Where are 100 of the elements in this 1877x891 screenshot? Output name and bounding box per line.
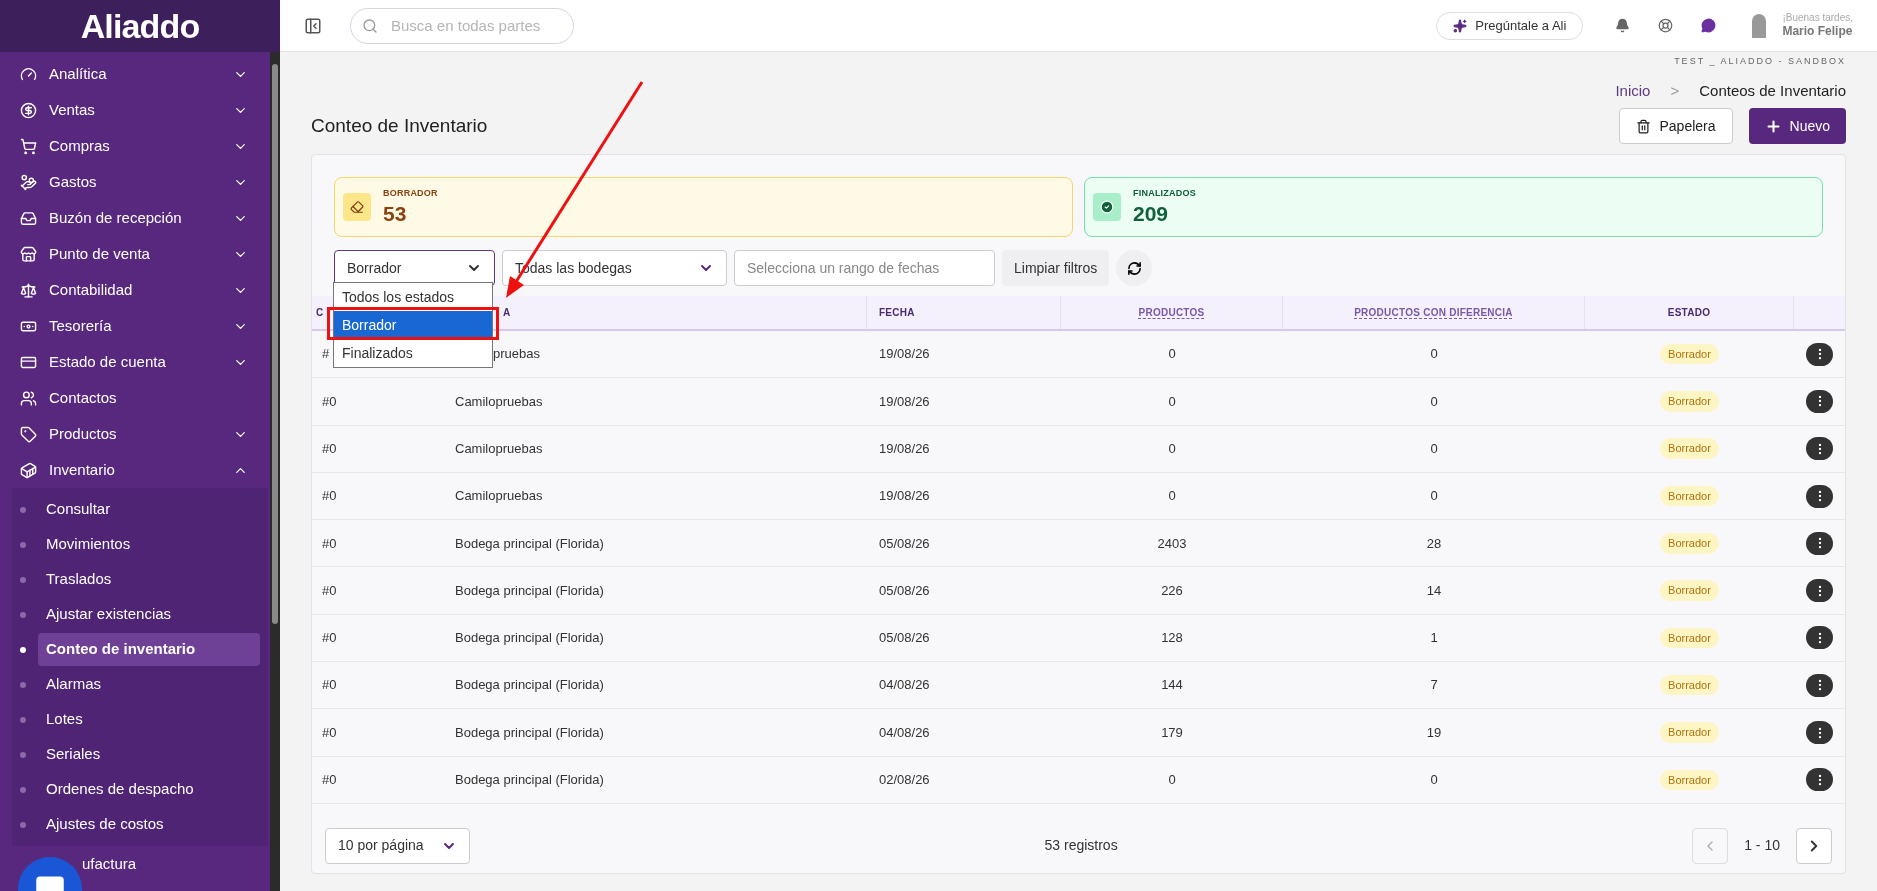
trash-button[interactable]: Papelera (1619, 108, 1733, 144)
next-page-button[interactable] (1796, 827, 1832, 864)
more-button[interactable] (1806, 484, 1833, 508)
table-cell-text: 0 (1430, 345, 1438, 364)
submenu-item[interactable]: Conteo de inventario (38, 633, 260, 666)
bullet-icon (20, 716, 26, 723)
search-icon (362, 17, 378, 34)
sidebar-item[interactable]: Compras (49, 134, 233, 158)
submenu-item[interactable]: Movimientos (38, 528, 260, 561)
more-button[interactable] (1806, 768, 1833, 792)
table-cell-text: # (322, 345, 330, 364)
table-cell-text: 0 (1430, 487, 1438, 506)
refresh-button[interactable] (1116, 250, 1153, 286)
table-cell-text: 0 (1430, 440, 1438, 458)
table-cell-text: #0 (322, 487, 337, 506)
tag-icon (20, 425, 37, 443)
table-cell-text: Bodega principal (Florida) (455, 676, 604, 695)
help-icon[interactable] (1658, 18, 1674, 33)
dropdown-option[interactable]: Finalizados (334, 339, 492, 367)
table-cell-text: 0 (1430, 771, 1438, 790)
status-badge: Borrador (1660, 769, 1719, 791)
collapse-icon[interactable] (304, 16, 322, 35)
breadcrumb-link[interactable]: Inicio (1615, 79, 1651, 102)
sidebar-item[interactable]: Tesorería (49, 314, 233, 338)
table-cell-text: 14 (1426, 581, 1442, 600)
more-button[interactable] (1806, 437, 1833, 461)
per-page-select[interactable]: 10 por página (325, 827, 470, 864)
table-cell-text: 05/08/26 (878, 629, 930, 648)
avatar-icon[interactable] (1752, 13, 1767, 38)
breadcrumb-separator: > (1670, 80, 1680, 101)
submenu-item[interactable]: Traslados (38, 563, 260, 596)
refresh-icon (1126, 260, 1142, 276)
records-count: 53 registros (1044, 836, 1118, 856)
sidebar-item[interactable]: Punto de venta (49, 242, 233, 266)
more-button[interactable] (1806, 531, 1833, 555)
date-range-field[interactable]: Selecciona un rango de fechas (734, 250, 995, 286)
status-badge: Borrador (1660, 485, 1719, 507)
submenu-item[interactable]: Alarmas (38, 668, 260, 701)
sidebar-item[interactable]: Productos (49, 422, 233, 446)
sidebar-item[interactable]: Analítica (49, 62, 233, 86)
table-cell-text: #0 (322, 534, 337, 553)
sidebar-item[interactable]: Estado de cuenta (49, 350, 233, 374)
submenu-item[interactable]: Lotes (38, 703, 260, 736)
column-header: C (316, 306, 324, 320)
table-cell-text: Camilopruebas (455, 440, 543, 458)
clear-filters-button[interactable]: Limpiar filtros (1002, 250, 1110, 286)
dropdown-option[interactable]: Todos los estados (334, 283, 492, 311)
table-cell-text: 05/08/26 (878, 581, 930, 600)
column-header: ESTADO (1667, 306, 1711, 320)
search-field[interactable]: Busca en todas partes (350, 7, 574, 44)
sidebar-item[interactable]: Inventario (49, 458, 233, 482)
table-cell-text: #0 (322, 392, 337, 411)
table-cell-text: 0 (1168, 771, 1176, 790)
status-badge: Borrador (1660, 674, 1719, 696)
sidebar-item[interactable]: Contactos (49, 386, 248, 410)
logo[interactable]: Aliaddo (80, 0, 200, 52)
table-cell-text: 05/08/26 (878, 534, 930, 553)
breadcrumb-current: Conteos de Inventario (1699, 80, 1846, 101)
submenu-item[interactable]: Ordenes de despacho (38, 773, 260, 806)
status-badge: Borrador (1660, 391, 1719, 412)
more-button[interactable] (1806, 389, 1833, 413)
scale-icon (20, 281, 37, 299)
table-cell-text: 19/08/26 (878, 487, 930, 506)
new-button[interactable]: Nuevo (1748, 108, 1846, 144)
box-icon (20, 461, 37, 479)
page-range: 1 - 10 (1744, 836, 1780, 856)
submenu-item[interactable]: Ajustes de costos (38, 808, 260, 841)
sidebar-item[interactable]: Contabilidad (49, 278, 233, 302)
stat-label: FINALIZADOS (1133, 187, 1196, 201)
hand-coin-icon (20, 173, 37, 191)
column-header[interactable]: PRODUCTOS CON DIFERENCIA (1354, 305, 1513, 320)
more-button[interactable] (1806, 579, 1833, 603)
table-cell-text: #0 (322, 723, 337, 742)
dropdown-option[interactable]: Borrador (334, 311, 492, 339)
table-cell-text: 19/08/26 (878, 345, 930, 364)
submenu-item[interactable]: Ajustar existencias (38, 598, 260, 631)
table-cell-text: 19/08/26 (878, 392, 930, 411)
table-cell-text: Bodega principal (Florida) (455, 771, 604, 790)
more-button[interactable] (1806, 626, 1833, 650)
sidebar-item[interactable]: Buzón de recepción (49, 206, 233, 230)
more-button[interactable] (1806, 673, 1833, 697)
cart-icon (20, 137, 37, 155)
sidebar-item[interactable]: Gastos (49, 170, 233, 194)
table-cell-text: #0 (322, 629, 337, 648)
bell-icon[interactable] (1615, 18, 1631, 33)
sidebar-item[interactable]: Ventas (49, 98, 233, 122)
column-header[interactable]: PRODUCTOS (1138, 305, 1205, 320)
bullet-icon (20, 541, 26, 548)
table-cell-text: #0 (322, 440, 337, 458)
more-button[interactable] (1806, 342, 1833, 366)
bullet-icon (20, 646, 26, 653)
table-cell-text: 0 (1168, 392, 1176, 411)
sparkle-icon (1453, 18, 1468, 33)
chat-icon[interactable] (1701, 18, 1717, 33)
bullet-icon (20, 751, 26, 758)
greeting-text: ¡Buenas tardes, (1782, 11, 1853, 25)
sidebar-item[interactable]: ufactura (82, 852, 137, 876)
more-button[interactable] (1806, 721, 1833, 744)
submenu-item[interactable]: Consultar (38, 493, 260, 526)
submenu-item[interactable]: Seriales (38, 738, 260, 771)
